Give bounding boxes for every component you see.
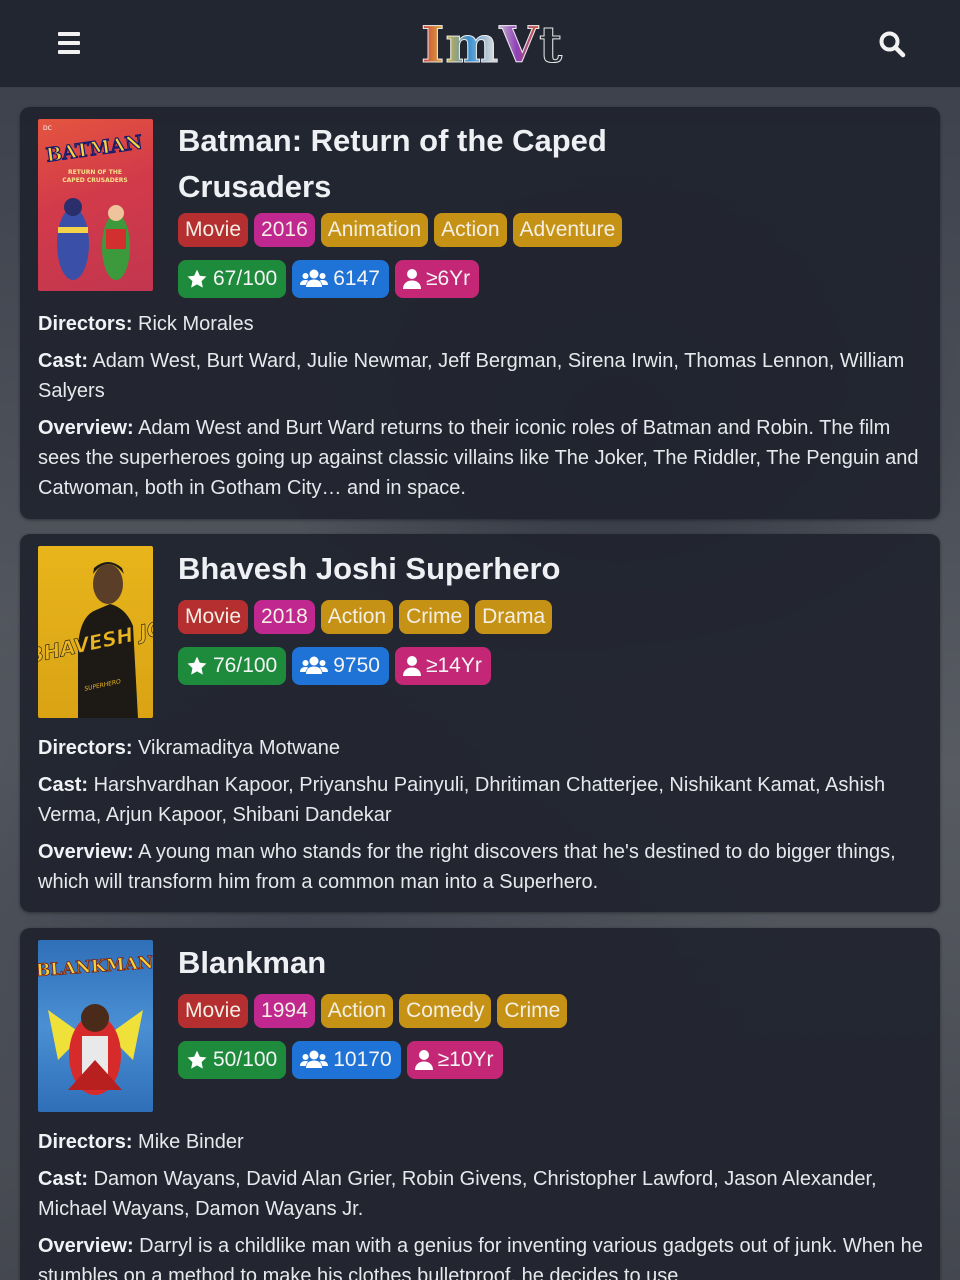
directors-label: Directors: (38, 737, 133, 759)
cast-value: Harshvardhan Kapoor, Priyanshu Painyuli,… (38, 774, 886, 826)
movie-poster[interactable]: DC BATMAN RETURN OF THE CAPED CRUSADERS (38, 119, 153, 291)
genre-tag[interactable]: Action (434, 213, 507, 247)
user-icon (402, 656, 421, 676)
directors-line: Directors: Vikramaditya Motwane (38, 733, 923, 763)
overview-value: A young man who stands for the right dis… (38, 841, 896, 893)
votes-value: 9750 (333, 654, 380, 677)
directors-label: Directors: (38, 1131, 133, 1153)
cast-line: Cast: Adam West, Burt Ward, Julie Newmar… (38, 346, 923, 406)
cast-line: Cast: Damon Wayans, David Alan Grier, Ro… (38, 1164, 923, 1224)
svg-text:CAPED CRUSADERS: CAPED CRUSADERS (62, 177, 128, 184)
age-value: ≥10Yr (437, 1048, 494, 1071)
genre-tag[interactable]: Animation (320, 213, 429, 247)
genre-tag[interactable]: Drama (475, 600, 553, 634)
directors-value: Vikramaditya Motwane (138, 737, 340, 759)
poster-title: BLANKMAN (38, 953, 153, 981)
cast-line: Cast: Harshvardhan Kapoor, Priyanshu Pai… (38, 770, 923, 830)
poster-subtitle: RETURN OF THE (68, 169, 122, 176)
overview-label: Overview: (38, 417, 134, 439)
type-tag: Movie (178, 213, 249, 247)
cast-label: Cast: (38, 350, 89, 372)
genre-tag[interactable]: Comedy (399, 994, 492, 1028)
movie-title[interactable]: Bhavesh Joshi Superhero (178, 546, 698, 592)
tag-row: Movie 2018 Action Crime Drama (178, 600, 553, 634)
rating-value: 67/100 (213, 267, 278, 290)
user-icon (414, 1050, 433, 1070)
movie-details: Directors: Mike Binder Cast: Damon Wayan… (38, 1127, 923, 1280)
movie-details: Directors: Rick Morales Cast: Adam West,… (38, 309, 923, 503)
year-tag: 2016 (254, 213, 315, 247)
age-badge: ≥6Yr (394, 260, 480, 298)
tag-row: Movie 1994 Action Comedy Crime (178, 994, 568, 1028)
directors-value: Rick Morales (138, 313, 254, 335)
stats-row: 76/100 9750 ≥14Yr (178, 647, 491, 685)
rating-value: 76/100 (213, 654, 278, 677)
genre-tag[interactable]: Crime (497, 994, 568, 1028)
directors-label: Directors: (38, 313, 133, 335)
genre-tag[interactable]: Action (320, 994, 394, 1028)
votes-value: 10170 (333, 1048, 392, 1071)
overview-line: Overview: A young man who stands for the… (38, 837, 923, 897)
users-icon (300, 269, 329, 287)
cast-value: Damon Wayans, David Alan Grier, Robin Gi… (38, 1168, 877, 1220)
age-value: ≥14Yr (425, 654, 482, 677)
type-tag: Movie (178, 994, 249, 1028)
cast-label: Cast: (38, 1168, 89, 1190)
overview-label: Overview: (38, 841, 134, 863)
svg-text:DC: DC (43, 125, 52, 132)
year-tag: 2018 (254, 600, 315, 634)
hamburger-icon[interactable] (58, 32, 80, 54)
poster-title: BATMAN (45, 131, 144, 166)
rating-badge: 76/100 (178, 647, 287, 685)
users-icon (300, 656, 329, 674)
overview-line: Overview: Adam West and Burt Ward return… (38, 413, 923, 503)
overview-value: Darryl is a childlike man with a genius … (38, 1235, 923, 1280)
star-icon (187, 1050, 207, 1069)
stats-row: 50/100 10170 ≥10Yr (178, 1041, 503, 1079)
stats-row: 67/100 6147 ≥6Yr (178, 260, 480, 298)
votes-value: 6147 (333, 267, 380, 290)
age-value: ≥6Yr (425, 267, 471, 290)
type-tag: Movie (178, 600, 249, 634)
genre-tag[interactable]: Action (320, 600, 394, 634)
genre-tag[interactable]: Adventure (512, 213, 623, 247)
directors-line: Directors: Rick Morales (38, 309, 923, 339)
users-icon (300, 1050, 329, 1068)
overview-value: Adam West and Burt Ward returns to their… (38, 417, 919, 499)
movie-card: BLANKMAN Blankman Movie 1994 Action Come… (20, 928, 940, 1280)
votes-badge: 6147 (292, 260, 389, 298)
overview-label: Overview: (38, 1235, 134, 1257)
top-navbar: ImVt (0, 0, 960, 88)
overview-line: Overview: Darryl is a childlike man with… (38, 1231, 923, 1280)
votes-badge: 9750 (292, 647, 389, 685)
movie-card: DC BATMAN RETURN OF THE CAPED CRUSADERS … (20, 107, 940, 519)
site-logo[interactable]: ImVt (421, 14, 563, 76)
rating-badge: 50/100 (178, 1041, 287, 1079)
tag-row: Movie 2016 Animation Action Adventure (178, 213, 623, 247)
votes-badge: 10170 (292, 1041, 401, 1079)
star-icon (187, 656, 207, 675)
rating-value: 50/100 (213, 1048, 278, 1071)
cast-value: Adam West, Burt Ward, Julie Newmar, Jeff… (38, 350, 905, 402)
movie-title[interactable]: Blankman (178, 940, 698, 986)
directors-value: Mike Binder (138, 1131, 244, 1153)
cast-label: Cast: (38, 774, 89, 796)
movie-card: BHAVESH JOSHI SUPERHERO Bhavesh Joshi Su… (20, 534, 940, 912)
age-badge: ≥14Yr (394, 647, 491, 685)
movie-poster[interactable]: BHAVESH JOSHI SUPERHERO (38, 546, 153, 718)
movie-details: Directors: Vikramaditya Motwane Cast: Ha… (38, 733, 923, 897)
genre-tag[interactable]: Crime (399, 600, 470, 634)
star-icon (187, 269, 207, 288)
user-icon (402, 269, 421, 289)
directors-line: Directors: Mike Binder (38, 1127, 923, 1157)
search-icon[interactable] (878, 30, 906, 58)
movie-poster[interactable]: BLANKMAN (38, 940, 153, 1112)
movie-title[interactable]: Batman: Return of the Caped Crusaders (178, 118, 698, 210)
year-tag: 1994 (254, 994, 315, 1028)
age-badge: ≥10Yr (406, 1041, 503, 1079)
rating-badge: 67/100 (178, 260, 287, 298)
